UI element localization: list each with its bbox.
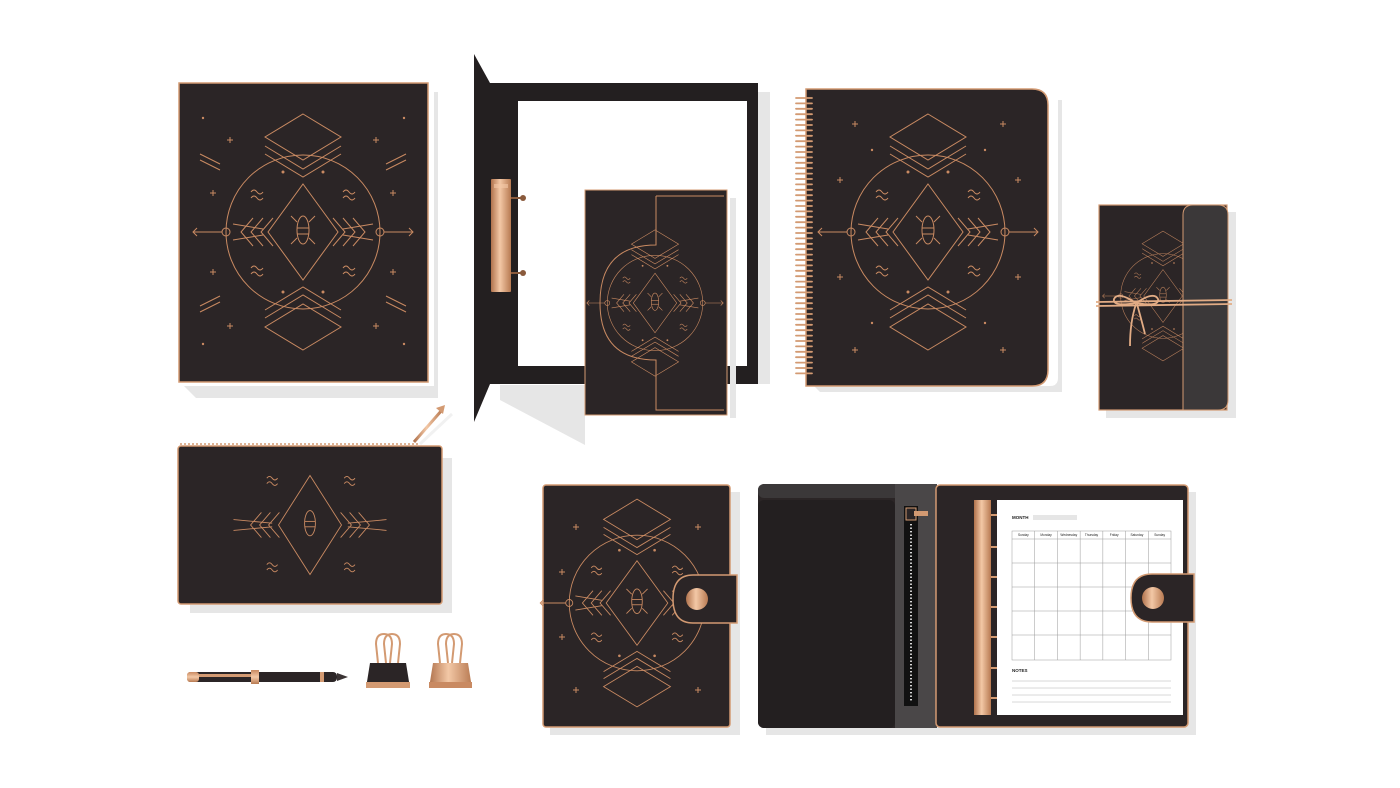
fountain-pen bbox=[187, 670, 348, 684]
month-label: MONTH bbox=[1012, 515, 1029, 520]
inner-booklet bbox=[584, 189, 736, 418]
ring-binder-folder bbox=[474, 54, 770, 445]
weekday-header: Monday bbox=[1040, 533, 1052, 537]
pen-icon bbox=[187, 670, 348, 684]
weekday-header: Sunday bbox=[1018, 533, 1029, 537]
spiral-notebook bbox=[795, 88, 1062, 392]
weekday-header: Saturday bbox=[1131, 533, 1144, 537]
open-planner: MONTH Sunday Monday Wednesday Thursday Frida… bbox=[758, 484, 1196, 735]
weekday-header: Wednesday bbox=[1060, 533, 1077, 537]
snap-closure-planner bbox=[539, 484, 740, 735]
weekday-header: Friday bbox=[1110, 533, 1119, 537]
binder-clip-copper bbox=[429, 632, 472, 688]
zipper-pouch bbox=[177, 405, 454, 613]
weekday-header: Sunday bbox=[1154, 533, 1165, 537]
binder-clip-black bbox=[366, 632, 410, 688]
zipper-pull-icon bbox=[412, 405, 454, 446]
notebook-cover bbox=[178, 82, 438, 398]
string-tie-journal bbox=[1095, 204, 1236, 418]
binder-clip-icon bbox=[366, 632, 410, 688]
binder-clip-icon bbox=[429, 632, 472, 688]
snap-button-icon[interactable] bbox=[672, 574, 738, 624]
notes-label: NOTES bbox=[1012, 668, 1028, 673]
weekday-header: Thursday bbox=[1085, 533, 1099, 537]
planner-snap-button-icon[interactable] bbox=[1130, 573, 1195, 623]
stationery-mockup-scene: MONTH Sunday Monday Wednesday Thursday Frida… bbox=[177, 54, 1236, 735]
